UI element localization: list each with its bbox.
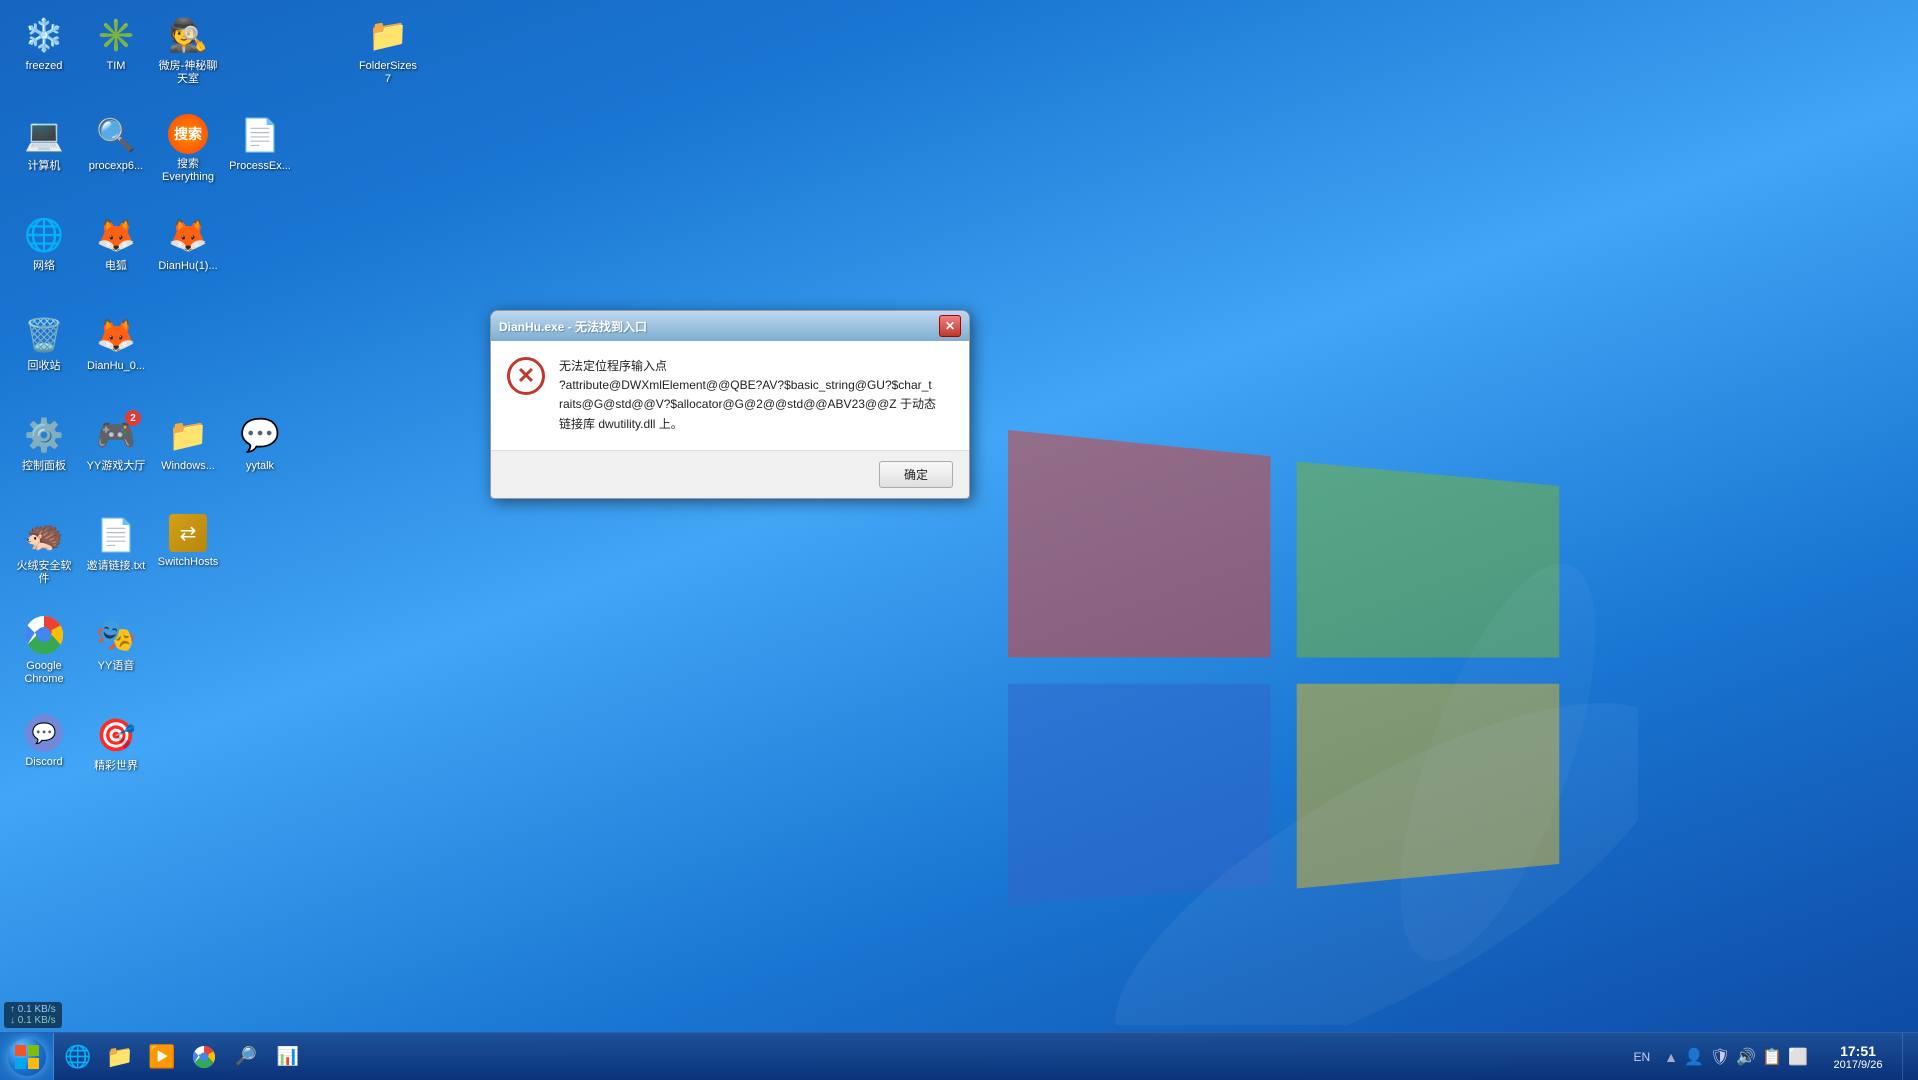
icon-recycle[interactable]: 🗑️ 回收站 <box>8 308 80 379</box>
dialog-footer: 确定 <box>491 450 969 498</box>
tray-icon-3[interactable]: 🔊 <box>1736 1047 1756 1067</box>
taskbar: 🌐 📁 ▶️ 🔎 📊 EN ▲ <box>0 1032 1918 1080</box>
icon-yygame[interactable]: 🎮 2 YY游戏大厅 <box>80 408 152 479</box>
icon-procexp[interactable]: 🔍 procexp6... <box>80 108 152 179</box>
yygame-badge: 2 <box>125 410 141 426</box>
windows-logo-background <box>938 325 1638 1025</box>
icon-computer[interactable]: 💻 计算机 <box>8 108 80 179</box>
icon-dianhu0[interactable]: 🦊 DianHu_0... <box>80 308 152 379</box>
icon-processex[interactable]: 📄 ProcessEx... <box>224 108 296 179</box>
icon-chrome[interactable]: Google Chrome <box>8 608 80 692</box>
icon-foldersizes[interactable]: 📁 FolderSizes7 <box>352 8 424 92</box>
taskbar-ie[interactable]: 🌐 <box>58 1037 98 1077</box>
icon-discord[interactable]: 💬 Discord <box>8 708 80 775</box>
icon-firefox[interactable]: 🦊 电狐 <box>80 208 152 279</box>
tray-up-arrow[interactable]: ▲ <box>1664 1049 1678 1065</box>
icon-network[interactable]: 🌐 网络 <box>8 208 80 279</box>
lang-indicator[interactable]: EN <box>1629 1050 1654 1064</box>
tray-icon-4[interactable]: 📋 <box>1762 1047 1782 1067</box>
taskbar-items: 🌐 📁 ▶️ 🔎 📊 <box>54 1033 1621 1080</box>
error-dialog: DianHu.exe - 无法找到入口 ✕ ✕ 无法定位程序输入点 ?attri… <box>490 310 970 499</box>
icon-freezed[interactable]: ❄️ freezed <box>8 8 80 79</box>
icon-tim[interactable]: ✳️ TIM <box>80 8 152 79</box>
network-speed-widget: ↑ 0.1 KB/s ↓ 0.1 KB/s <box>4 1002 62 1028</box>
icon-switchhosts[interactable]: ⇄ SwitchHosts <box>152 508 224 575</box>
taskbar-search[interactable]: 🔎 <box>226 1037 266 1077</box>
dialog-body: ✕ 无法定位程序输入点 ?attribute@DWXmlElement@@QBE… <box>491 341 969 450</box>
dialog-title: DianHu.exe - 无法找到入口 <box>499 318 647 335</box>
icon-weifang[interactable]: 🕵️ 微房-神秘聊天室 <box>152 8 224 92</box>
taskbar-chrome[interactable] <box>184 1037 224 1077</box>
tray-icon-5[interactable]: ⬜ <box>1788 1047 1808 1067</box>
error-icon: ✕ <box>507 357 545 395</box>
dialog-close-button[interactable]: ✕ <box>939 315 961 337</box>
dialog-ok-button[interactable]: 确定 <box>879 461 953 488</box>
taskbar-app6[interactable]: 📊 <box>268 1037 308 1077</box>
icon-huocheng[interactable]: 🦔 火绒安全软件 <box>8 508 80 592</box>
system-clock[interactable]: 17:51 2017/9/26 <box>1818 1043 1898 1071</box>
icon-dianhu1[interactable]: 🦊 DianHu(1)... <box>152 208 224 279</box>
system-tray: ▲ 👤 🛡 🔊 📋 ⬜ <box>1658 1047 1814 1067</box>
dialog-message: 无法定位程序输入点 ?attribute@DWXmlElement@@QBE?A… <box>559 357 936 434</box>
tray-icon-1[interactable]: 👤 <box>1684 1047 1704 1067</box>
start-button[interactable] <box>0 1033 54 1080</box>
dialog-window-controls: ✕ <box>939 315 961 337</box>
icon-controlpanel[interactable]: ⚙️ 控制面板 <box>8 408 80 479</box>
desktop-icons-container: ❄️ freezed ✳️ TIM 🕵️ 微房-神秘聊天室 📁 FolderSi… <box>0 0 360 1032</box>
tray-icon-2[interactable]: 🛡 <box>1710 1047 1730 1067</box>
start-orb <box>8 1038 46 1076</box>
taskbar-right: EN ▲ 👤 🛡 🔊 📋 ⬜ 17:51 2017/9/26 <box>1621 1033 1918 1080</box>
icon-windows[interactable]: 📁 Windows... <box>152 408 224 479</box>
icon-jingcai[interactable]: 🎯 精彩世界 <box>80 708 152 779</box>
icon-shortcut[interactable]: 📄 邀请链接.txt <box>80 508 152 579</box>
taskbar-explorer[interactable]: 📁 <box>100 1037 140 1077</box>
desktop: ❄️ freezed ✳️ TIM 🕵️ 微房-神秘聊天室 📁 FolderSi… <box>0 0 1918 1080</box>
icon-yytalk[interactable]: 💬 yytalk <box>224 408 296 479</box>
icon-yyvoice[interactable]: 🎭 YY语音 <box>80 608 152 679</box>
show-desktop-button[interactable] <box>1902 1033 1910 1080</box>
taskbar-media[interactable]: ▶️ <box>142 1037 182 1077</box>
icon-everything[interactable]: 搜索 搜索Everything <box>152 108 224 190</box>
dialog-titlebar: DianHu.exe - 无法找到入口 ✕ <box>491 311 969 341</box>
